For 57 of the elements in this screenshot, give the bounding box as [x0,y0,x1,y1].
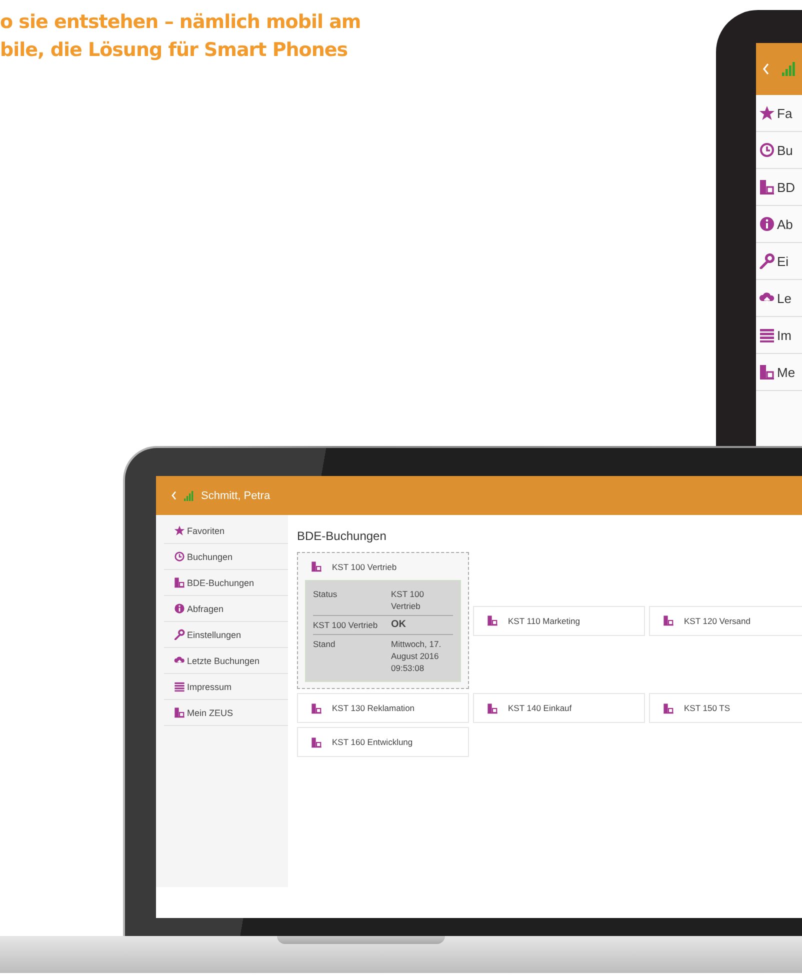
cost-center-tile[interactable]: KST 150 TS [649,693,802,723]
menu-item[interactable]: Favoriten [164,518,288,544]
cost-center-tile[interactable]: KST 130 Reklamation [297,693,469,723]
signal-icon [782,62,796,76]
detail-value: KST 100 Vertrieb [391,588,425,612]
terminal-icon [663,615,674,626]
menu-item[interactable]: Bu [756,132,802,169]
cost-center-tile[interactable]: KST 160 Entwicklung [297,727,469,757]
terminal-icon [311,702,322,714]
terminal-icon [311,561,322,572]
terminal-icon [174,707,185,718]
terminal-icon [487,702,498,714]
signal-icon [184,490,194,500]
detail-label: KST 100 Vertrieb [313,619,379,631]
cost-center-tile[interactable]: KST 120 Versand [649,606,802,636]
page-title: BDE-Buchungen [297,529,388,543]
headline-text: o sie entstehen – nämlich mobil am [0,10,361,35]
menu-item[interactable]: Buchungen [164,544,288,570]
menu-item[interactable]: Mein ZEUS [164,700,288,726]
menu-item[interactable]: Fa [756,95,802,132]
clock-icon [174,551,185,562]
menu-item[interactable]: Letzte Buchungen [164,648,288,674]
menu-item[interactable]: Ab [756,206,802,243]
menu-item[interactable]: Le [756,280,802,317]
cloud-upload-icon [174,655,185,666]
list-icon [759,327,775,343]
menu-item[interactable]: BDE-Buchungen [164,570,288,596]
status-value: OK [391,619,407,631]
menu-item[interactable]: Im [756,317,802,354]
menu-item[interactable]: Impressum [164,674,288,700]
terminal-icon [487,615,498,626]
star-icon [174,525,185,536]
info-icon [174,603,185,614]
terminal-icon [174,577,185,588]
menu-item[interactable]: Einstellungen [164,622,288,648]
terminal-icon [759,179,775,195]
detail-value: Mittwoch, 17. August 2016 09:53:08 [391,638,442,674]
detail-label: Stand [313,638,336,651]
info-icon [759,216,775,232]
terminal-icon [663,702,674,714]
headline-text: bile, die Lösung für Smart Phones [0,38,348,63]
cost-center-tile[interactable]: KST 110 Marketing [473,606,645,636]
user-name: Schmitt, Petra [201,490,270,502]
list-icon [174,681,185,692]
cost-center-tile[interactable]: KST 100 Vertrieb Status KST 100 Vertrieb KST 100 Vertrieb OK Stand Mittwoch, 17. August 2016 09:53:08 [297,552,469,689]
terminal-icon [311,736,322,748]
cost-center-tile[interactable]: KST 140 Einkauf [473,693,645,723]
menu-item[interactable]: BD [756,169,802,206]
menu-item[interactable]: Me [756,354,802,391]
terminal-icon [759,364,775,380]
star-icon [759,105,775,121]
detail-label: Status [313,588,338,601]
back-icon[interactable] [171,491,177,500]
clock-icon [759,142,775,158]
menu-item[interactable]: Ei [756,243,802,280]
back-icon[interactable] [762,63,770,75]
menu-item[interactable]: Abfragen [164,596,288,622]
